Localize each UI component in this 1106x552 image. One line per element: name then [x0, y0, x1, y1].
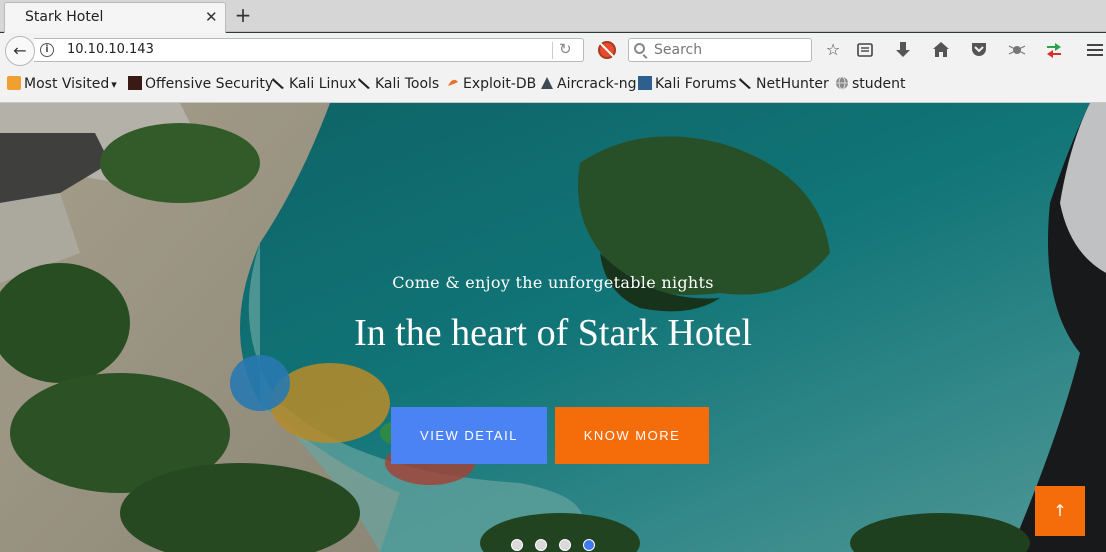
- view-detail-button[interactable]: VIEW DETAIL: [391, 407, 547, 464]
- bookmark-star-icon[interactable]: ☆: [822, 39, 844, 61]
- chevron-down-icon: ▾: [111, 78, 117, 91]
- noscript-icon[interactable]: [598, 41, 616, 59]
- bookmark-label: student: [852, 76, 906, 92]
- bookmarks-toolbar: Most Visited ▾ Offensive Security Kali Li…: [0, 67, 1106, 103]
- offsec-icon: [128, 76, 142, 90]
- search-icon: [634, 43, 645, 54]
- hero-section: Come & enjoy the unforgetable nights In …: [0, 103, 1106, 552]
- bookmark-nethunter[interactable]: NetHunter: [739, 76, 829, 96]
- tab-title: Stark Hotel: [25, 9, 104, 25]
- bookmark-label: NetHunter: [756, 76, 829, 92]
- url-text[interactable]: 10.10.10.143: [67, 42, 154, 57]
- reload-icon[interactable]: ↻: [559, 40, 572, 58]
- url-bar[interactable]: i 10.10.10.143 ↻: [34, 38, 584, 62]
- slider-dot-1[interactable]: [511, 539, 523, 551]
- site-info-icon[interactable]: i: [40, 43, 54, 57]
- proxy-switch-icon[interactable]: [1043, 39, 1065, 61]
- exploitdb-icon: [446, 76, 460, 90]
- bookmark-offensive-security[interactable]: Offensive Security: [128, 76, 273, 96]
- slider-dot-3[interactable]: [559, 539, 571, 551]
- tab-strip: Stark Hotel ✕ +: [0, 0, 1106, 33]
- home-icon[interactable]: [930, 39, 952, 61]
- reading-list-icon[interactable]: [854, 39, 876, 61]
- bookmark-exploit-db[interactable]: Exploit-DB: [446, 76, 536, 96]
- new-tab-button[interactable]: +: [232, 3, 254, 27]
- url-divider: [552, 42, 553, 59]
- pocket-icon[interactable]: [968, 39, 990, 61]
- hero-subtitle: Come & enjoy the unforgetable nights: [392, 273, 714, 292]
- kali-dragon-icon: [358, 76, 372, 90]
- bookmark-label: Aircrack-ng: [557, 76, 637, 92]
- close-tab-icon[interactable]: ✕: [205, 8, 218, 26]
- hero-title: In the heart of Stark Hotel: [354, 312, 752, 354]
- navigation-bar: i 10.10.10.143 ↻ ← Search ☆: [0, 33, 1106, 67]
- bookmark-kali-forums[interactable]: Kali Forums: [638, 76, 736, 96]
- aircrack-icon: [540, 76, 554, 90]
- bookmark-kali-linux[interactable]: Kali Linux: [272, 76, 356, 96]
- menu-icon[interactable]: [1084, 39, 1106, 61]
- kali-dragon-icon: [272, 76, 286, 90]
- slider-dot-4-active[interactable]: [583, 539, 595, 551]
- bookmark-most-visited[interactable]: Most Visited ▾: [7, 76, 117, 96]
- globe-icon: [835, 76, 849, 90]
- back-arrow-icon: ←: [13, 41, 27, 60]
- kali-dragon-icon: [739, 76, 753, 90]
- bookmark-label: Offensive Security: [145, 76, 274, 92]
- bookmark-kali-tools[interactable]: Kali Tools: [358, 76, 439, 96]
- scroll-to-top-button[interactable]: ↑: [1035, 486, 1085, 536]
- slider-dot-2[interactable]: [535, 539, 547, 551]
- bookmark-label: Kali Tools: [375, 76, 440, 92]
- bookmark-label: Kali Linux: [289, 76, 357, 92]
- search-placeholder: Search: [654, 42, 703, 58]
- bookmark-aircrack-ng[interactable]: Aircrack-ng: [540, 76, 637, 96]
- search-input[interactable]: Search: [628, 38, 812, 62]
- kali-forums-icon: [638, 76, 652, 90]
- bookmark-label: Kali Forums: [655, 76, 737, 92]
- arrow-up-icon: ↑: [1053, 501, 1067, 520]
- rss-folder-icon: [7, 76, 21, 90]
- download-icon[interactable]: [892, 39, 914, 61]
- know-more-button[interactable]: KNOW MORE: [555, 407, 709, 464]
- tab-stark-hotel[interactable]: Stark Hotel ✕: [4, 2, 226, 33]
- bookmark-label: Exploit-DB: [463, 76, 537, 92]
- bookmark-label: Most Visited: [24, 76, 110, 92]
- browser-window: Stark Hotel ✕ + i 10.10.10.143 ↻ ← Searc…: [0, 0, 1106, 552]
- back-button[interactable]: ←: [5, 36, 35, 66]
- bug-extension-icon[interactable]: [1006, 39, 1028, 61]
- bookmark-student[interactable]: student: [835, 76, 906, 96]
